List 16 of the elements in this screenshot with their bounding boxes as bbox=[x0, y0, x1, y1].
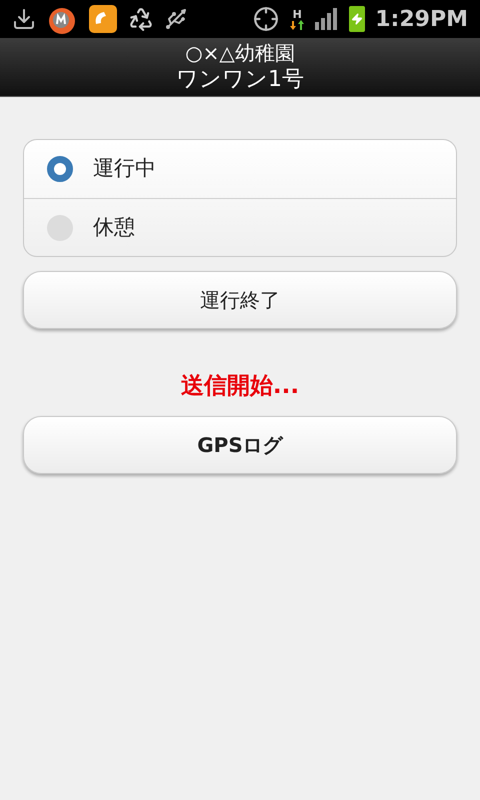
recycle-icon bbox=[128, 6, 154, 32]
download-icon bbox=[12, 7, 36, 31]
radio-option[interactable]: 運行中 bbox=[24, 140, 456, 198]
status-time: 1:29PM bbox=[375, 6, 468, 34]
end-operation-button[interactable]: 運行終了 bbox=[23, 271, 457, 329]
header-subtitle: ワンワン1号 bbox=[176, 66, 304, 94]
data-arrows-icon bbox=[289, 20, 306, 30]
radio-option[interactable]: 休憩 bbox=[24, 198, 456, 256]
signal-icon bbox=[315, 8, 340, 30]
network-type: H bbox=[292, 8, 302, 20]
status-message: 送信開始... bbox=[180, 372, 300, 401]
gps-icon bbox=[253, 6, 280, 32]
gps-log-button[interactable]: GPSログ bbox=[23, 416, 457, 474]
header-title: ○×△幼稚園 bbox=[185, 40, 295, 66]
usb-icon bbox=[164, 7, 188, 31]
battery-icon bbox=[349, 6, 366, 32]
